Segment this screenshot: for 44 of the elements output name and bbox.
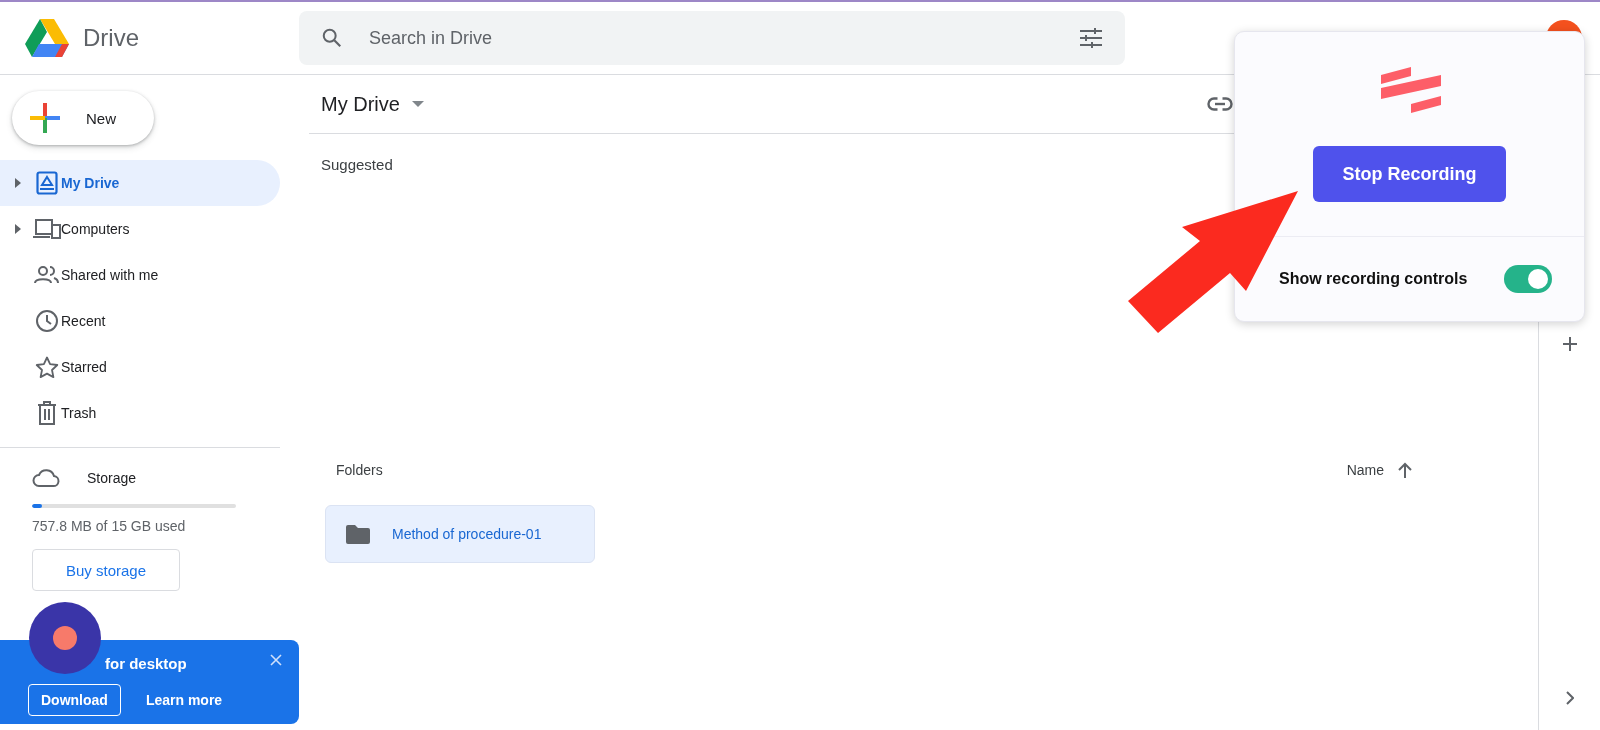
star-icon — [33, 355, 61, 379]
sidebar-item[interactable]: Starred — [0, 344, 280, 390]
drive-icon — [33, 171, 61, 195]
section-heading: Suggested — [320, 155, 394, 173]
link-icon[interactable] — [1207, 97, 1233, 111]
toggle-label: Show recording controls — [1279, 270, 1468, 288]
chevron-right-icon[interactable] — [1565, 691, 1574, 705]
dropdown-icon[interactable] — [411, 101, 424, 107]
clock-icon — [33, 309, 61, 333]
folder-title[interactable]: My Drive — [321, 92, 400, 116]
stop-recording-button[interactable]: Stop Recording — [1313, 146, 1506, 202]
sidebar-item[interactable]: My Drive — [0, 160, 280, 206]
product-name: Drive — [83, 24, 139, 52]
caret-icon[interactable] — [14, 178, 21, 188]
cloud-icon — [32, 468, 60, 488]
search-input[interactable]: Search in Drive — [367, 26, 1055, 50]
sidebar-item[interactable]: Shared with me — [0, 252, 280, 298]
recording-controls-toggle[interactable] — [1504, 265, 1552, 293]
plus-icon — [30, 103, 60, 133]
close-icon[interactable] — [270, 654, 282, 666]
learn-more-link[interactable]: Learn more — [132, 684, 236, 716]
buy-storage-button[interactable]: Buy storage — [32, 549, 180, 591]
drive-logo-icon — [25, 19, 69, 57]
search-bar[interactable]: Search in Drive — [299, 11, 1125, 65]
folder-icon — [346, 524, 370, 544]
storage-usage: 757.8 MB of 15 GB used — [32, 518, 187, 534]
section-heading: Folders — [336, 462, 383, 478]
sidebar-item[interactable]: Recent — [0, 298, 280, 344]
storage-label: Storage — [87, 470, 137, 486]
filter-icon[interactable] — [1079, 27, 1103, 49]
people-icon — [33, 266, 61, 284]
folder-card[interactable]: Method of procedure-01 — [325, 505, 595, 563]
banner-title: for desktop — [105, 655, 187, 672]
sidebar-item[interactable]: Trash — [0, 390, 280, 436]
recorder-logo-icon — [1381, 67, 1441, 113]
plus-icon[interactable] — [1562, 337, 1577, 351]
new-button[interactable]: New — [12, 91, 154, 145]
download-button[interactable]: Download — [28, 684, 121, 716]
sort-label[interactable]: Name — [1346, 462, 1384, 478]
search-icon — [321, 27, 343, 49]
sidebar-item[interactable]: Computers — [0, 206, 280, 252]
computers-icon — [33, 219, 61, 239]
caret-icon[interactable] — [14, 224, 21, 234]
arrow-up-icon[interactable] — [1398, 462, 1412, 478]
